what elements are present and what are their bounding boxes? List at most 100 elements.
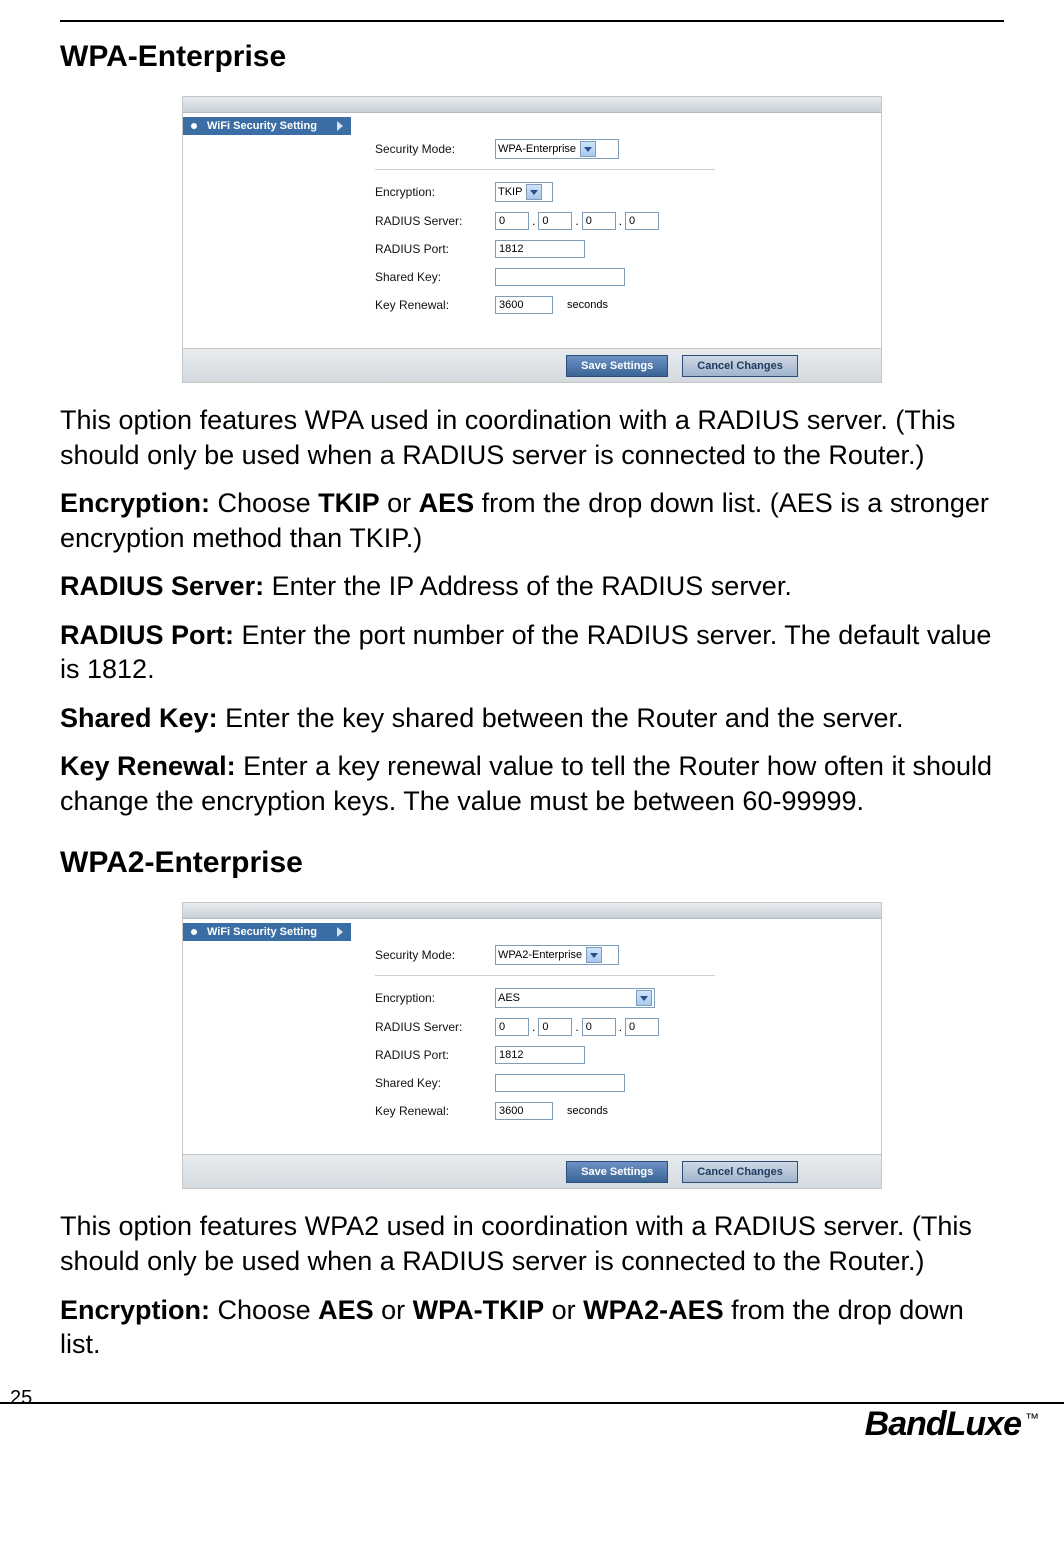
top-rule: [60, 20, 1004, 22]
sidebar-item-label: WiFi Security Setting: [207, 926, 317, 938]
select-value: WPA-Enterprise: [498, 143, 576, 155]
text: Enter the key shared between the Router …: [218, 703, 904, 733]
config-panel-wpa2: WiFi Security Setting Security Mode: WPA…: [182, 902, 882, 1189]
label-key-renewal: Key Renewal:: [375, 1104, 495, 1118]
term: Encryption:: [60, 1295, 210, 1325]
chevron-down-icon: [526, 184, 542, 200]
select-value: WPA2-Enterprise: [498, 949, 582, 961]
paragraph: RADIUS Port: Enter the port number of th…: [60, 618, 1004, 687]
text: or: [374, 1295, 413, 1325]
label-radius-port: RADIUS Port:: [375, 242, 495, 256]
label-encryption: Encryption:: [375, 185, 495, 199]
bullet-icon: [191, 123, 197, 129]
ip-octet-3[interactable]: 0: [582, 212, 616, 230]
text: Choose: [210, 488, 318, 518]
panel-form: Security Mode: WPA-Enterprise Encryption…: [351, 113, 881, 348]
term: WPA-TKIP: [413, 1295, 544, 1325]
ip-octet-1[interactable]: 0: [495, 212, 529, 230]
panel-sidebar: WiFi Security Setting: [183, 113, 351, 348]
input-key-renewal[interactable]: 3600: [495, 296, 553, 314]
term: AES: [318, 1295, 374, 1325]
ip-octet-4[interactable]: 0: [625, 212, 659, 230]
ip-octet-2[interactable]: 0: [538, 212, 572, 230]
label-radius-server: RADIUS Server:: [375, 1020, 495, 1034]
section-title-wpa-enterprise: WPA-Enterprise: [60, 40, 1004, 74]
dot: .: [532, 1020, 535, 1034]
trademark-icon: ™: [1025, 1410, 1038, 1426]
divider: [375, 975, 715, 976]
ip-input-group: 0. 0. 0. 0: [495, 1018, 659, 1036]
select-value: AES: [498, 992, 520, 1004]
paragraph: Key Renewal: Enter a key renewal value t…: [60, 749, 1004, 818]
paragraph: This option features WPA2 used in coordi…: [60, 1209, 1004, 1278]
chevron-down-icon: [580, 141, 596, 157]
paragraph: Shared Key: Enter the key shared between…: [60, 701, 1004, 736]
config-panel-wpa: WiFi Security Setting Security Mode: WPA…: [182, 96, 882, 383]
input-shared-key[interactable]: [495, 268, 625, 286]
term: TKIP: [318, 488, 380, 518]
brand-name: BandLuxe: [865, 1405, 1021, 1443]
panel-titlebar: [183, 903, 881, 919]
ip-octet-1[interactable]: 0: [495, 1018, 529, 1036]
brand-logo: BandLuxe™: [865, 1405, 1038, 1444]
text: or: [380, 488, 419, 518]
sidebar-item-wifi-security[interactable]: WiFi Security Setting: [183, 923, 351, 941]
select-security-mode[interactable]: WPA2-Enterprise: [495, 945, 619, 965]
term: AES: [419, 488, 475, 518]
dot: .: [619, 214, 622, 228]
term: Shared Key:: [60, 703, 218, 733]
select-encryption[interactable]: AES: [495, 988, 655, 1008]
panel-footer: Save Settings Cancel Changes: [183, 1154, 881, 1188]
ip-octet-3[interactable]: 0: [582, 1018, 616, 1036]
bullet-icon: [191, 929, 197, 935]
chevron-down-icon: [636, 990, 652, 1006]
dot: .: [532, 214, 535, 228]
text: Choose: [210, 1295, 318, 1325]
label-encryption: Encryption:: [375, 991, 495, 1005]
sidebar-item-label: WiFi Security Setting: [207, 120, 317, 132]
paragraph: This option features WPA used in coordin…: [60, 403, 1004, 472]
unit-seconds: seconds: [567, 299, 608, 311]
input-radius-port[interactable]: 1812: [495, 1046, 585, 1064]
paragraph: Encryption: Choose AES or WPA-TKIP or WP…: [60, 1293, 1004, 1362]
label-security-mode: Security Mode:: [375, 142, 495, 156]
paragraph: RADIUS Server: Enter the IP Address of t…: [60, 569, 1004, 604]
panel-form: Security Mode: WPA2-Enterprise Encryptio…: [351, 919, 881, 1154]
cancel-changes-button[interactable]: Cancel Changes: [682, 1161, 798, 1183]
label-shared-key: Shared Key:: [375, 1076, 495, 1090]
footer-bar: BandLuxe™: [0, 1402, 1064, 1446]
label-shared-key: Shared Key:: [375, 270, 495, 284]
select-encryption[interactable]: TKIP: [495, 182, 553, 202]
cancel-changes-button[interactable]: Cancel Changes: [682, 355, 798, 377]
term: Encryption:: [60, 488, 210, 518]
term: WPA2-AES: [583, 1295, 724, 1325]
section-title-wpa2-enterprise: WPA2-Enterprise: [60, 846, 1004, 880]
ip-input-group: 0. 0. 0. 0: [495, 212, 659, 230]
label-security-mode: Security Mode:: [375, 948, 495, 962]
panel-titlebar: [183, 97, 881, 113]
panel-footer: Save Settings Cancel Changes: [183, 348, 881, 382]
term: RADIUS Server:: [60, 571, 264, 601]
label-radius-server: RADIUS Server:: [375, 214, 495, 228]
save-settings-button[interactable]: Save Settings: [566, 355, 668, 377]
dot: .: [575, 1020, 578, 1034]
label-key-renewal: Key Renewal:: [375, 298, 495, 312]
paragraph: Encryption: Choose TKIP or AES from the …: [60, 486, 1004, 555]
ip-octet-4[interactable]: 0: [625, 1018, 659, 1036]
chevron-right-icon: [337, 927, 343, 937]
select-value: TKIP: [498, 186, 522, 198]
sidebar-item-wifi-security[interactable]: WiFi Security Setting: [183, 117, 351, 135]
input-key-renewal[interactable]: 3600: [495, 1102, 553, 1120]
chevron-right-icon: [337, 121, 343, 131]
save-settings-button[interactable]: Save Settings: [566, 1161, 668, 1183]
input-radius-port[interactable]: 1812: [495, 240, 585, 258]
text: Enter the IP Address of the RADIUS serve…: [264, 571, 792, 601]
dot: .: [575, 214, 578, 228]
unit-seconds: seconds: [567, 1105, 608, 1117]
text: or: [544, 1295, 583, 1325]
input-shared-key[interactable]: [495, 1074, 625, 1092]
panel-sidebar: WiFi Security Setting: [183, 919, 351, 1154]
divider: [375, 169, 715, 170]
ip-octet-2[interactable]: 0: [538, 1018, 572, 1036]
select-security-mode[interactable]: WPA-Enterprise: [495, 139, 619, 159]
